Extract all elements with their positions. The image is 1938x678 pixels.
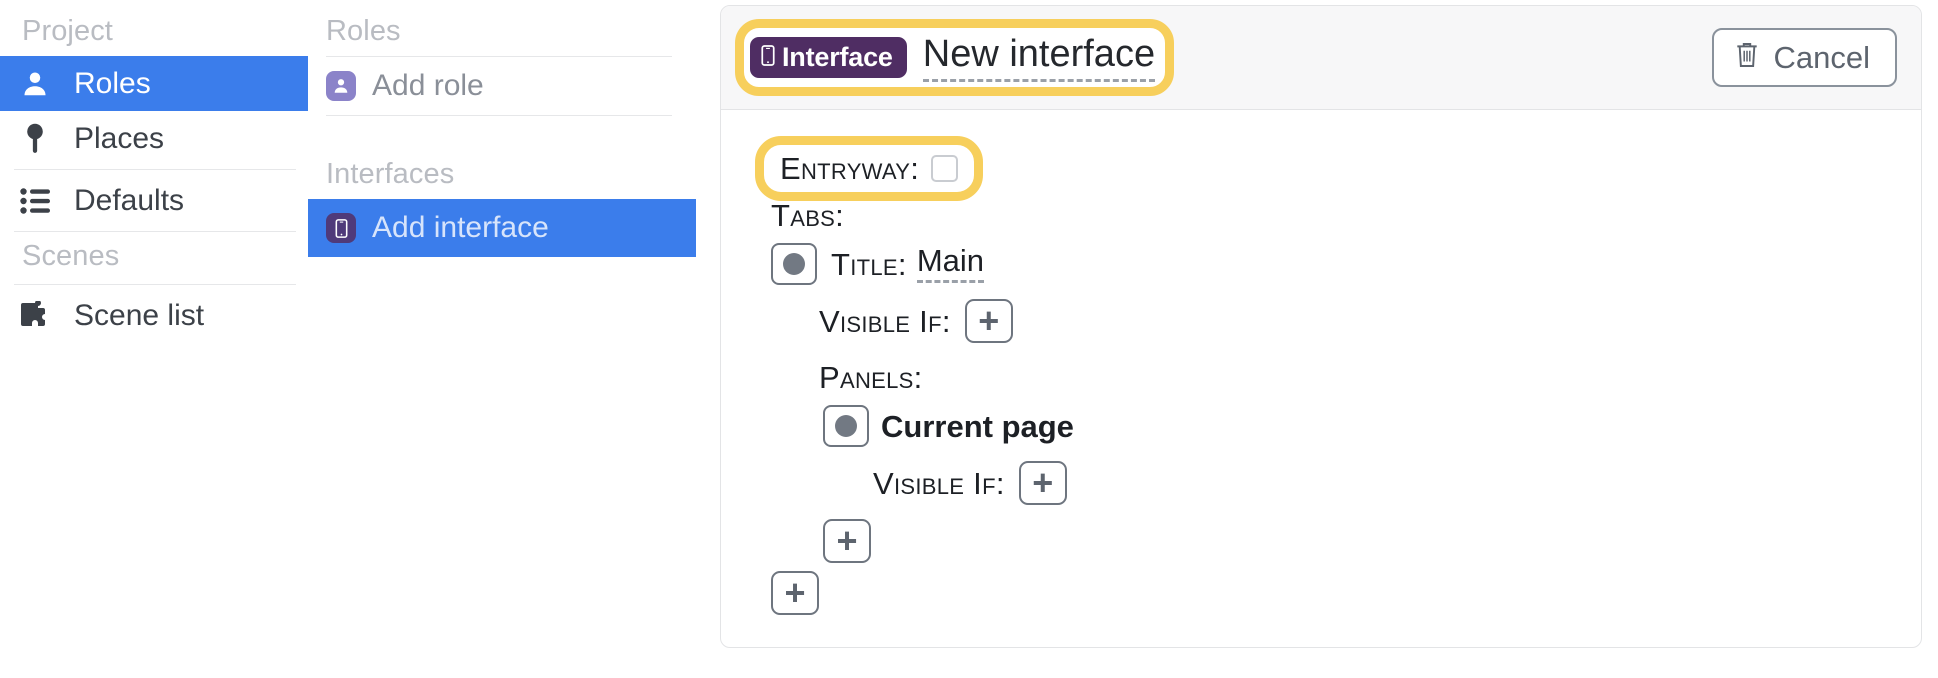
panels-row: Panels: (819, 357, 1921, 397)
roles-interfaces-column: Roles Add role Interfaces Add interface (308, 0, 696, 678)
cancel-button[interactable]: Cancel (1711, 28, 1897, 87)
sidebar-divider-2 (14, 231, 296, 232)
trash-icon (1734, 41, 1760, 74)
tabs-row: Tabs: (771, 195, 1921, 235)
add-panel-row: + (823, 519, 1921, 563)
sidebar-section-scenes: Scenes (22, 240, 120, 272)
roles-section-header: Roles (326, 15, 401, 47)
sidebar-item-label-places: Places (74, 121, 165, 155)
interface-title-input[interactable]: New interface (922, 33, 1156, 83)
interface-type-badge: Interface (750, 37, 907, 78)
tab-visible-if-row: Visible If: + (819, 299, 1921, 343)
panel-visible-if-row: Visible If: + (873, 461, 1921, 505)
add-panel-button[interactable]: + (823, 519, 871, 563)
tab-visible-if-add-button[interactable]: + (964, 299, 1013, 343)
phone-badge-icon (326, 213, 356, 243)
panel-name-label: Current page (881, 408, 1074, 444)
sidebar: Project Roles Places Defaults Scenes Sce… (0, 0, 308, 678)
sidebar-item-roles[interactable]: Roles (0, 56, 308, 111)
entryway-checkbox[interactable] (931, 155, 959, 182)
puzzle-piece-icon (18, 300, 52, 331)
person-icon (18, 69, 52, 99)
tab-row: Title: Main (771, 243, 1921, 285)
map-pin-icon (18, 123, 52, 155)
sidebar-section-project: Project (22, 15, 113, 47)
sidebar-divider-1 (14, 169, 296, 170)
panels-label: Panels: (819, 359, 923, 395)
panel-body: Entryway: Tabs: Title: Main Visible If: … (721, 110, 1921, 615)
panel-row: Current page (823, 405, 1921, 447)
add-tab-button[interactable]: + (771, 571, 819, 615)
tab-title-label: Title: (831, 246, 907, 282)
sidebar-item-label-scene-list: Scene list (74, 298, 205, 332)
sidebar-item-places[interactable]: Places (0, 111, 308, 166)
add-role-item[interactable]: Add role (308, 57, 696, 115)
add-role-label: Add role (372, 69, 484, 102)
sidebar-item-label-roles: Roles (74, 66, 151, 100)
cancel-button-label: Cancel (1773, 40, 1871, 75)
sidebar-item-defaults[interactable]: Defaults (0, 173, 308, 228)
panel-visible-if-label: Visible If: (873, 465, 1005, 501)
panel-visible-if-add-button[interactable]: + (1018, 461, 1067, 505)
app-root: Project Roles Places Defaults Scenes Sce… (0, 0, 1938, 678)
title-highlight-ring: Interface New interface (735, 18, 1175, 97)
sidebar-item-scene-list[interactable]: Scene list (0, 288, 308, 343)
main-content: Interface New interface Cancel Entryway:… (696, 0, 1938, 678)
tab-visible-if-label: Visible If: (819, 303, 951, 339)
sidebar-item-label-defaults: Defaults (74, 183, 185, 217)
add-interface-label: Add interface (372, 211, 549, 244)
add-interface-item[interactable]: Add interface (308, 199, 696, 257)
entryway-highlight-ring: Entryway: (755, 136, 984, 201)
entryway-label: Entryway: (780, 151, 920, 186)
panel-header: Interface New interface Cancel (721, 6, 1921, 110)
interfaces-section-header: Interfaces (326, 158, 455, 190)
phone-icon (761, 44, 775, 71)
interface-badge-label: Interface (782, 42, 893, 72)
sidebar-divider-3 (14, 284, 296, 285)
bullet-dot-icon (835, 415, 857, 437)
interface-editor-panel: Interface New interface Cancel Entryway:… (720, 5, 1922, 648)
person-badge-icon (326, 71, 356, 101)
entryway-row: Entryway: (755, 136, 1921, 201)
tabs-label: Tabs: (771, 197, 845, 233)
panel-bullet-button[interactable] (823, 405, 869, 447)
tab-title-value[interactable]: Main (916, 245, 985, 283)
add-tab-row: + (771, 571, 1921, 615)
list-icon (18, 187, 52, 214)
bullet-dot-icon (783, 253, 805, 275)
tab-bullet-button[interactable] (771, 243, 817, 285)
